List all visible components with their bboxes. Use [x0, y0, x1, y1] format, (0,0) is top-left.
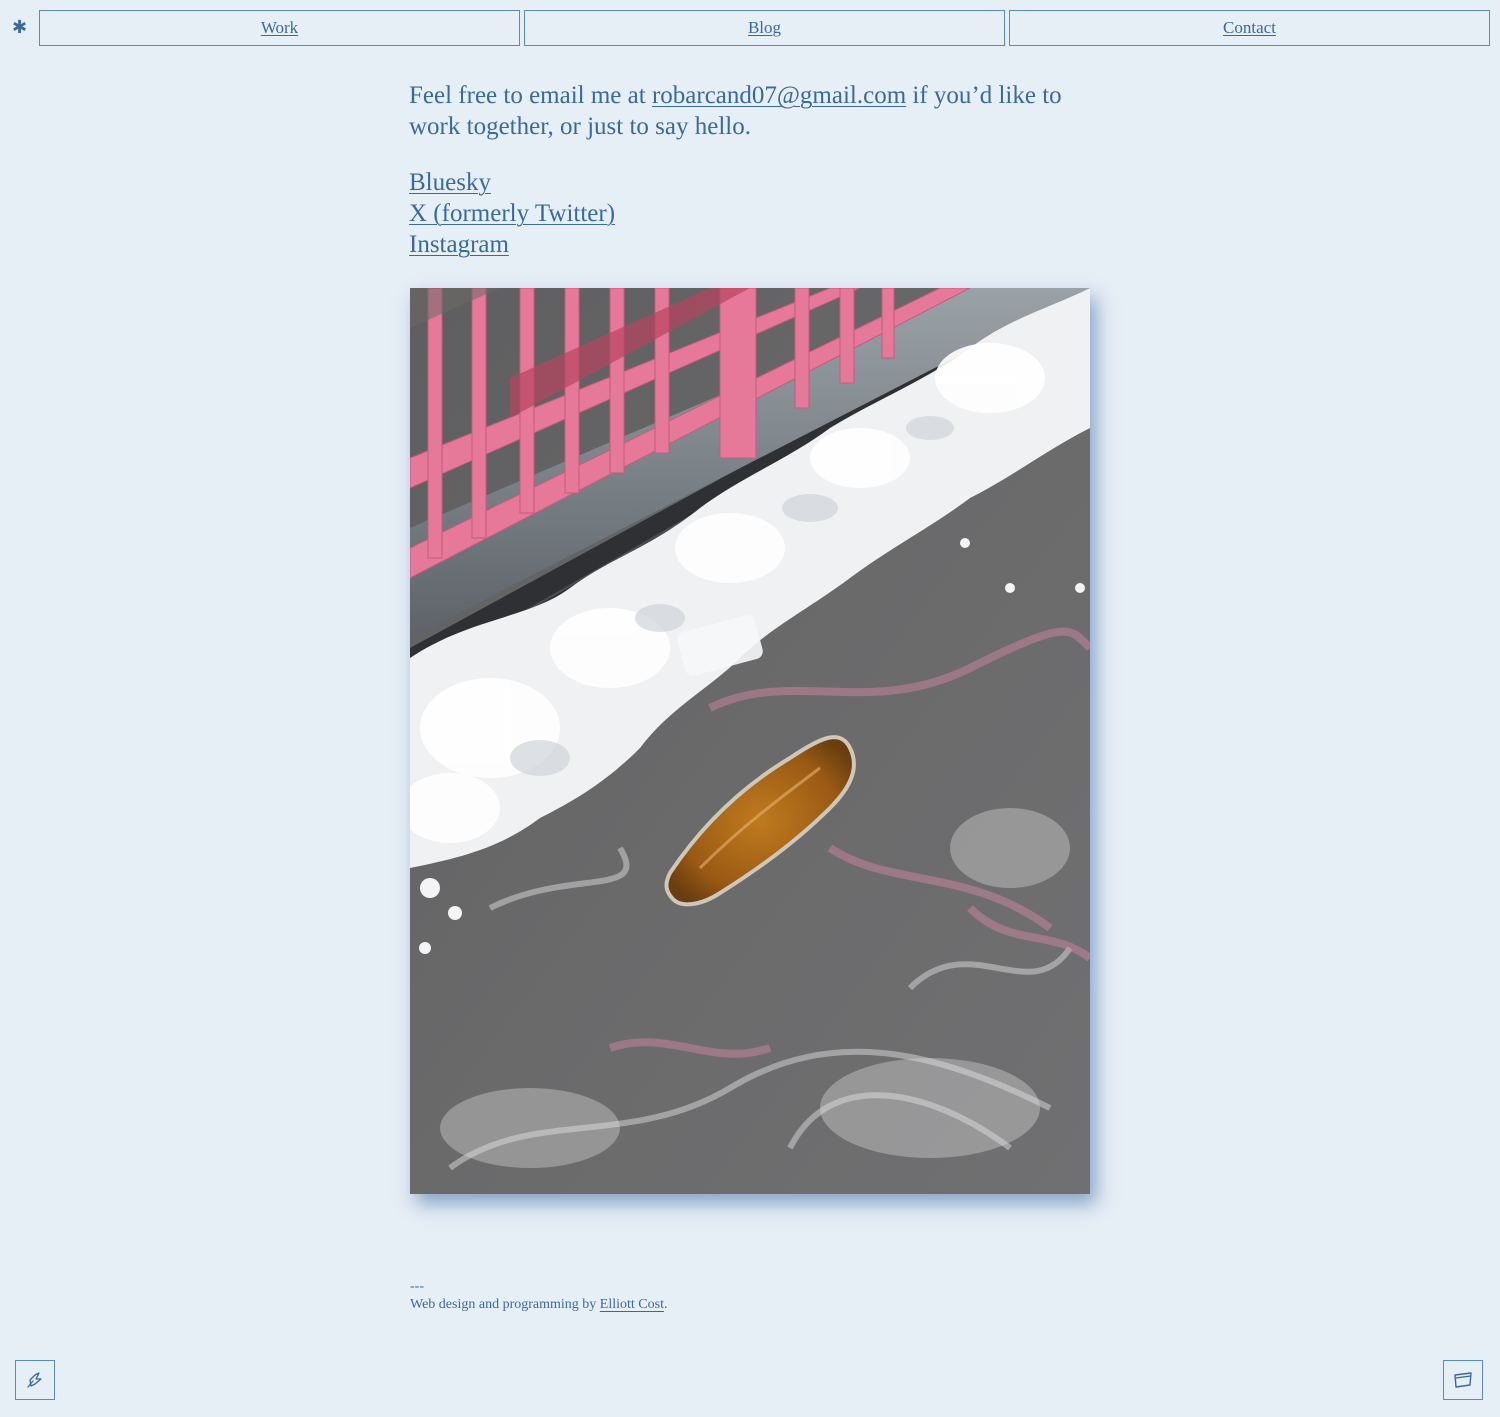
top-nav: ✱ Work Blog Contact: [0, 10, 1500, 48]
pointer-hand-icon: [27, 1372, 42, 1388]
credit-link[interactable]: Elliott Cost: [600, 1297, 664, 1312]
footer-credit-end: .: [663, 1297, 668, 1312]
social-links: Bluesky X (formerly Twitter) Instagram: [409, 167, 1099, 260]
asterisk-icon[interactable]: ✱: [12, 18, 27, 38]
contact-photo: [410, 288, 1090, 1194]
nav-link-blog[interactable]: Blog: [748, 18, 781, 38]
pointer-button[interactable]: [15, 1360, 55, 1400]
contact-content: Feel free to email me at robarcand07@gma…: [409, 80, 1099, 260]
footer-credit: Web design and programming by Elliott Co…: [410, 1296, 667, 1314]
bluesky-link[interactable]: Bluesky: [409, 167, 491, 198]
footer-separator: ---: [410, 1279, 424, 1294]
intro-text-before: Feel free to email me at: [409, 82, 652, 109]
card-icon: [1454, 1372, 1472, 1388]
nav-link-work[interactable]: Work: [261, 18, 298, 38]
intro-text: Feel free to email me at robarcand07@gma…: [409, 80, 1099, 142]
tab-blog[interactable]: Blog: [524, 10, 1005, 46]
tab-contact[interactable]: Contact: [1009, 10, 1490, 46]
email-link[interactable]: robarcand07@gmail.com: [652, 82, 906, 109]
footer: --- Web design and programming by Elliot…: [410, 1278, 667, 1314]
nav-link-contact[interactable]: Contact: [1223, 18, 1276, 38]
twitter-link[interactable]: X (formerly Twitter): [409, 198, 615, 229]
footer-credit-text: Web design and programming by: [410, 1297, 600, 1312]
card-button[interactable]: [1443, 1360, 1483, 1400]
tab-work[interactable]: Work: [39, 10, 520, 46]
instagram-link[interactable]: Instagram: [409, 229, 509, 260]
